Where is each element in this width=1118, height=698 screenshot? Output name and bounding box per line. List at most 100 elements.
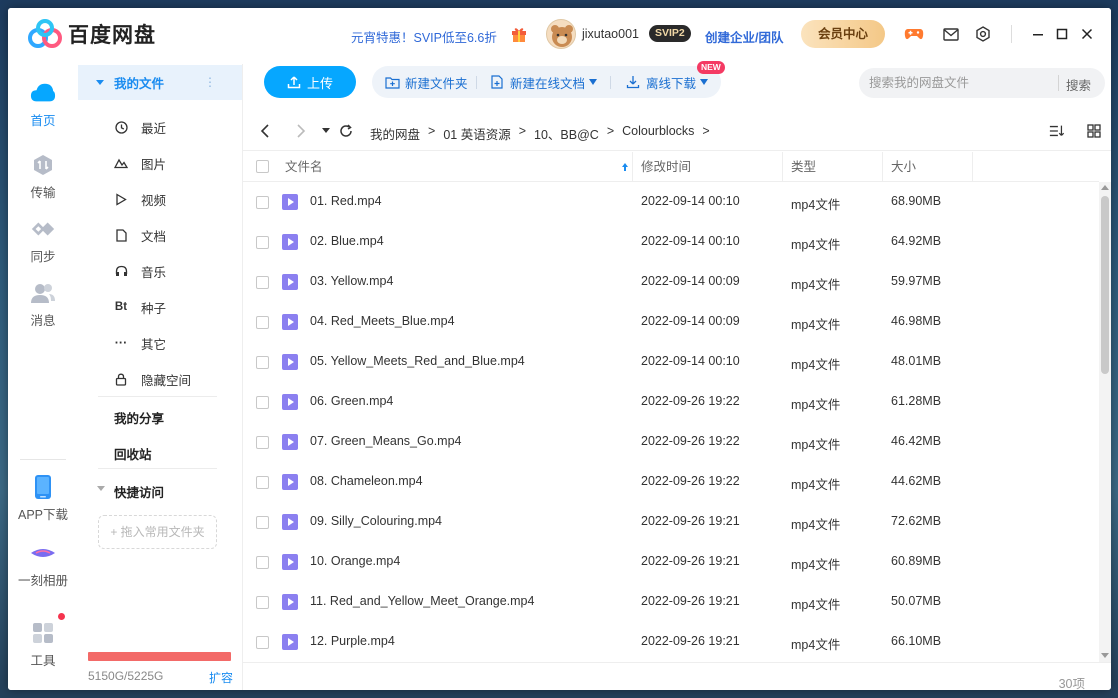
vip-center-button[interactable]: 会员中心 bbox=[801, 20, 885, 48]
new-online-doc-button[interactable]: 新建在线文档 bbox=[489, 66, 598, 98]
headphones-icon bbox=[114, 264, 128, 278]
table-row[interactable]: 09. Silly_Colouring.mp4 2022-09-26 19:21 m… bbox=[243, 502, 1099, 542]
rail-item-transfer[interactable]: 传输 bbox=[8, 152, 78, 201]
mail-icon[interactable] bbox=[941, 24, 961, 44]
close-icon[interactable] bbox=[1077, 24, 1097, 44]
avatar[interactable] bbox=[546, 19, 576, 49]
sort-ascending-icon[interactable] bbox=[617, 159, 633, 175]
create-enterprise-link[interactable]: 创建企业/团队 bbox=[705, 27, 783, 46]
upload-button[interactable]: 上传 bbox=[264, 66, 356, 98]
row-checkbox[interactable] bbox=[256, 436, 269, 449]
sidebar-item-images[interactable]: 图片 bbox=[114, 152, 224, 174]
table-row[interactable]: 08. Chameleon.mp4 2022-09-26 19:22 mp4文件 44… bbox=[243, 462, 1099, 502]
maximize-icon[interactable] bbox=[1052, 24, 1072, 44]
file-name[interactable]: 01. Red.mp4 bbox=[310, 194, 382, 208]
forward-arrow-icon[interactable] bbox=[293, 123, 309, 139]
grid-view-icon[interactable] bbox=[1086, 123, 1102, 139]
sidebar-item-quick-access[interactable]: 快捷访问 bbox=[114, 482, 164, 501]
table-row[interactable]: 07. Green_Means_Go.mp4 2022-09-26 19:22 mp… bbox=[243, 422, 1099, 462]
breadcrumb-item[interactable]: 01 英语资源 bbox=[443, 124, 510, 143]
refresh-icon[interactable] bbox=[338, 123, 354, 139]
table-row[interactable]: 03. Yellow.mp4 2022-09-14 00:09 mp4文件 59.97… bbox=[243, 262, 1099, 302]
sidebar-item-music[interactable]: 音乐 bbox=[114, 260, 224, 282]
sidebar-item-my-share[interactable]: 我的分享 bbox=[114, 408, 164, 427]
table-row[interactable]: 04. Red_Meets_Blue.mp4 2022-09-14 00:09 mp… bbox=[243, 302, 1099, 342]
username[interactable]: jixutao001 bbox=[582, 27, 639, 41]
scrollbar-thumb[interactable] bbox=[1101, 196, 1109, 374]
row-checkbox[interactable] bbox=[256, 556, 269, 569]
rail-item-album[interactable]: 一刻相册 bbox=[8, 540, 78, 589]
sort-icon[interactable] bbox=[1049, 123, 1065, 139]
search-input[interactable] bbox=[869, 74, 1049, 92]
column-header-type[interactable]: 类型 bbox=[791, 152, 816, 182]
sidebar-item-hidden-space[interactable]: 隐藏空间 bbox=[114, 368, 224, 390]
expand-storage-link[interactable]: 扩容 bbox=[209, 669, 233, 686]
row-checkbox[interactable] bbox=[256, 236, 269, 249]
select-all-checkbox[interactable] bbox=[256, 160, 269, 173]
column-header-size[interactable]: 大小 bbox=[891, 152, 916, 182]
collapse-triangle-icon[interactable] bbox=[97, 486, 105, 491]
breadcrumb-item[interactable]: 10、BB@C bbox=[534, 124, 599, 143]
sidebar-item-recent[interactable]: 最近 bbox=[114, 116, 224, 138]
table-row[interactable]: 01. Red.mp4 2022-09-14 00:10 mp4文件 68.90MB bbox=[243, 182, 1099, 222]
sidebar-item-torrents[interactable]: Bt 种子 bbox=[114, 296, 224, 318]
scroll-down-arrow-icon[interactable] bbox=[1101, 653, 1109, 658]
breadcrumb-item[interactable]: 我的网盘 bbox=[370, 124, 420, 143]
app-logo[interactable]: 百度网盘 bbox=[28, 19, 156, 49]
row-checkbox[interactable] bbox=[256, 396, 269, 409]
game-controller-icon[interactable] bbox=[904, 24, 924, 44]
offline-download-button[interactable]: 离线下载 bbox=[625, 66, 709, 98]
minimize-icon[interactable] bbox=[1028, 24, 1048, 44]
sidebar-item-documents[interactable]: 文档 bbox=[114, 224, 224, 246]
search-button[interactable]: 搜索 bbox=[1066, 75, 1091, 94]
rail-item-tools[interactable]: 工具 bbox=[8, 613, 78, 669]
file-name[interactable]: 09. Silly_Colouring.mp4 bbox=[310, 514, 442, 528]
gift-icon[interactable] bbox=[510, 25, 528, 43]
rail-item-app-download[interactable]: APP下载 bbox=[8, 474, 78, 523]
rail-item-home[interactable]: 首页 bbox=[8, 80, 78, 129]
row-checkbox[interactable] bbox=[256, 316, 269, 329]
column-divider bbox=[882, 152, 883, 182]
scroll-up-arrow-icon[interactable] bbox=[1101, 185, 1109, 190]
row-checkbox[interactable] bbox=[256, 276, 269, 289]
vertical-dots-icon[interactable]: ⋮ bbox=[204, 75, 216, 89]
file-name[interactable]: 07. Green_Means_Go.mp4 bbox=[310, 434, 461, 448]
table-row[interactable]: 05. Yellow_Meets_Red_and_Blue.mp4 2022-09… bbox=[243, 342, 1099, 382]
file-name[interactable]: 05. Yellow_Meets_Red_and_Blue.mp4 bbox=[310, 354, 525, 368]
column-header-name[interactable]: 文件名 bbox=[285, 152, 323, 182]
drag-folder-dropzone[interactable]: + 拖入常用文件夹 bbox=[98, 515, 217, 549]
back-arrow-icon[interactable] bbox=[257, 123, 273, 139]
file-name[interactable]: 10. Orange.mp4 bbox=[310, 554, 400, 568]
row-checkbox[interactable] bbox=[256, 636, 269, 649]
table-row[interactable]: 06. Green.mp4 2022-09-26 19:22 mp4文件 61.28M… bbox=[243, 382, 1099, 422]
row-checkbox[interactable] bbox=[256, 356, 269, 369]
file-name[interactable]: 04. Red_Meets_Blue.mp4 bbox=[310, 314, 455, 328]
breadcrumb-item[interactable]: Colourblocks bbox=[622, 124, 694, 143]
file-name[interactable]: 02. Blue.mp4 bbox=[310, 234, 384, 248]
file-name[interactable]: 12. Purple.mp4 bbox=[310, 634, 395, 648]
table-row[interactable]: 10. Orange.mp4 2022-09-26 19:21 mp4文件 60.89… bbox=[243, 542, 1099, 582]
settings-gear-icon[interactable] bbox=[973, 24, 993, 44]
file-name[interactable]: 08. Chameleon.mp4 bbox=[310, 474, 423, 488]
row-checkbox[interactable] bbox=[256, 596, 269, 609]
rail-item-sync[interactable]: 同步 bbox=[8, 216, 78, 265]
file-name[interactable]: 06. Green.mp4 bbox=[310, 394, 393, 408]
sidebar-item-videos[interactable]: 视频 bbox=[114, 188, 224, 210]
promo-link[interactable]: 元宵特惠！SVIP低至6.6折 bbox=[351, 27, 497, 46]
new-folder-button[interactable]: 新建文件夹 bbox=[384, 66, 468, 98]
row-checkbox[interactable] bbox=[256, 516, 269, 529]
table-row[interactable]: 11. Red_and_Yellow_Meet_Orange.mp4 2022-0… bbox=[243, 582, 1099, 622]
svip-badge[interactable]: SVIP2 bbox=[649, 25, 691, 42]
row-checkbox[interactable] bbox=[256, 476, 269, 489]
file-name[interactable]: 11. Red_and_Yellow_Meet_Orange.mp4 bbox=[310, 594, 534, 608]
table-row[interactable]: 12. Purple.mp4 2022-09-26 19:21 mp4文件 66.10… bbox=[243, 622, 1099, 662]
sidebar-item-my-files[interactable]: 我的文件 ⋮ bbox=[78, 65, 242, 100]
table-row[interactable]: 02. Blue.mp4 2022-09-14 00:10 mp4文件 64.92MB bbox=[243, 222, 1099, 262]
history-dropdown-icon[interactable] bbox=[318, 123, 334, 139]
sidebar-item-recycle-bin[interactable]: 回收站 bbox=[114, 444, 152, 463]
rail-item-messages[interactable]: 消息 bbox=[8, 280, 78, 329]
column-header-modified[interactable]: 修改时间 bbox=[641, 152, 691, 182]
sidebar-item-others[interactable]: ··· 其它 bbox=[114, 332, 224, 354]
row-checkbox[interactable] bbox=[256, 196, 269, 209]
file-name[interactable]: 03. Yellow.mp4 bbox=[310, 274, 393, 288]
